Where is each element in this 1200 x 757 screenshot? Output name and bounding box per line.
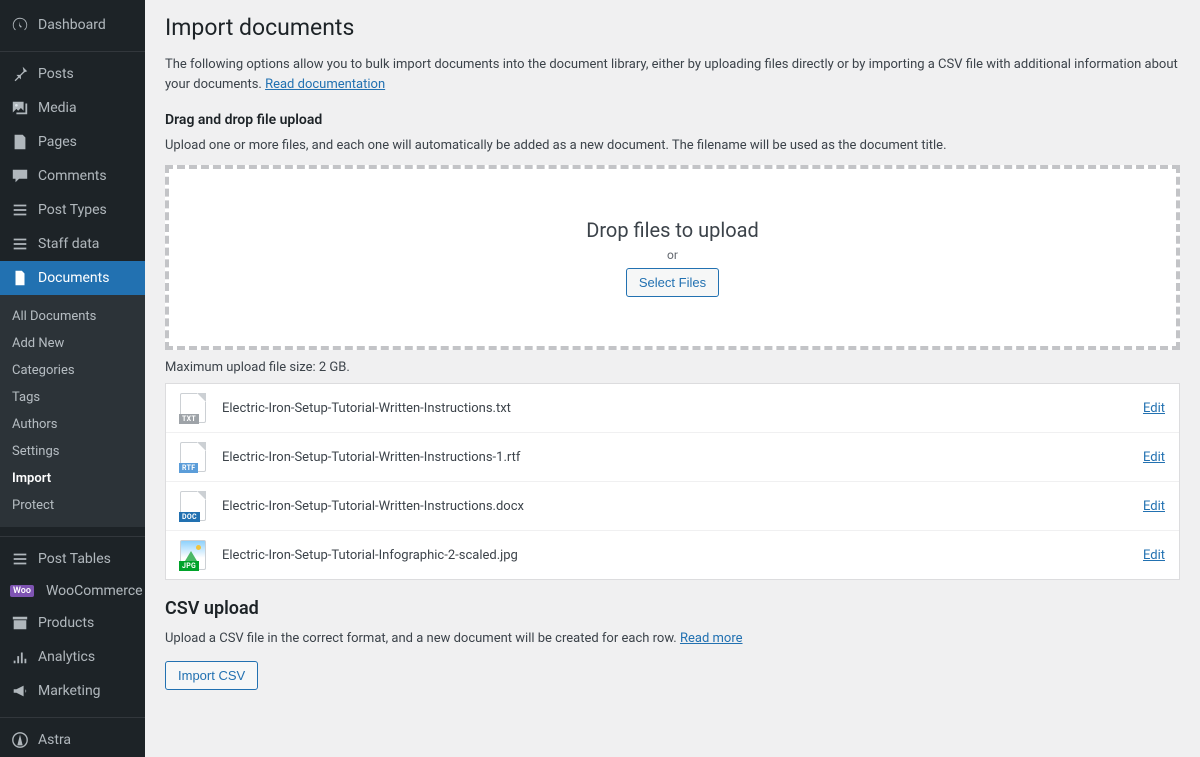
submenu-item-tags[interactable]: Tags <box>0 384 145 411</box>
submenu-item-import[interactable]: Import <box>0 465 145 492</box>
page-icon <box>10 132 30 152</box>
dragdrop-heading: Drag and drop file upload <box>165 112 1180 128</box>
file-name: Electric-Iron-Setup-Tutorial-Written-Ins… <box>222 499 1127 514</box>
submenu-item-add-new[interactable]: Add New <box>0 330 145 357</box>
intro-text: The following options allow you to bulk … <box>165 55 1180 94</box>
astra-icon <box>10 730 30 750</box>
sidebar-item-woocommerce[interactable]: Woo WooCommerce <box>0 576 145 606</box>
submenu-item-protect[interactable]: Protect <box>0 492 145 519</box>
sidebar-item-label: WooCommerce <box>46 583 143 599</box>
file-name: Electric-Iron-Setup-Tutorial-Infographic… <box>222 548 1127 563</box>
sidebar-item-label: Comments <box>38 168 107 184</box>
edit-file-link[interactable]: Edit <box>1143 401 1165 416</box>
submenu-item-settings[interactable]: Settings <box>0 438 145 465</box>
sidebar-item-dashboard[interactable]: Dashboard <box>0 8 145 42</box>
sidebar-item-label: Dashboard <box>38 17 106 33</box>
sidebar-item-analytics[interactable]: Analytics <box>0 640 145 674</box>
file-name: Electric-Iron-Setup-Tutorial-Written-Ins… <box>222 450 1127 465</box>
submenu-item-categories[interactable]: Categories <box>0 357 145 384</box>
list-icon <box>10 549 30 569</box>
sidebar-item-label: Staff data <box>38 236 99 252</box>
csv-description: Upload a CSV file in the correct format,… <box>165 629 1180 649</box>
sidebar-item-comments[interactable]: Comments <box>0 159 145 193</box>
import-csv-button[interactable]: Import CSV <box>165 661 258 691</box>
sidebar-item-label: Marketing <box>38 683 101 699</box>
pin-icon <box>10 64 30 84</box>
submenu-item-authors[interactable]: Authors <box>0 411 145 438</box>
sidebar-item-label: Astra <box>38 732 71 748</box>
media-icon <box>10 98 30 118</box>
sidebar-item-label: Documents <box>38 270 109 286</box>
document-file-icon: TXT <box>180 393 206 423</box>
list-icon <box>10 200 30 220</box>
woo-icon: Woo <box>10 585 34 597</box>
file-dropzone[interactable]: Drop files to upload or Select Files <box>165 165 1180 350</box>
documents-submenu: All DocumentsAdd NewCategoriesTagsAuthor… <box>0 295 145 527</box>
max-upload-text: Maximum upload file size: 2 GB. <box>165 360 1180 375</box>
chart-icon <box>10 647 30 667</box>
sidebar-item-astra[interactable]: Astra <box>0 723 145 757</box>
sidebar-item-label: Pages <box>38 134 77 150</box>
image-file-icon: JPG <box>180 540 206 570</box>
file-name: Electric-Iron-Setup-Tutorial-Written-Ins… <box>222 401 1127 416</box>
uploaded-file-row: JPG Electric-Iron-Setup-Tutorial-Infograp… <box>166 531 1179 579</box>
uploaded-file-row: DOC Electric-Iron-Setup-Tutorial-Written-… <box>166 482 1179 531</box>
dashboard-icon <box>10 15 30 35</box>
sidebar-item-label: Post Types <box>38 202 107 218</box>
sidebar-item-pages[interactable]: Pages <box>0 125 145 159</box>
document-file-icon: DOC <box>180 491 206 521</box>
main-content: Import documents The following options a… <box>145 0 1200 757</box>
list-icon <box>10 234 30 254</box>
sidebar-item-products[interactable]: Products <box>0 606 145 640</box>
select-files-button[interactable]: Select Files <box>626 268 719 298</box>
comment-icon <box>10 166 30 186</box>
sidebar-item-label: Post Tables <box>38 551 111 567</box>
uploaded-file-row: RTF Electric-Iron-Setup-Tutorial-Written-… <box>166 433 1179 482</box>
csv-heading: CSV upload <box>165 598 1180 619</box>
read-documentation-link[interactable]: Read documentation <box>265 77 385 92</box>
edit-file-link[interactable]: Edit <box>1143 548 1165 563</box>
admin-sidebar: Dashboard Posts Media Pages Comments Post Typ… <box>0 0 145 757</box>
submenu-item-all-documents[interactable]: All Documents <box>0 303 145 330</box>
sidebar-item-post-types[interactable]: Post Types <box>0 193 145 227</box>
sidebar-item-staff-data[interactable]: Staff data <box>0 227 145 261</box>
doc-icon <box>10 268 30 288</box>
dragdrop-help: Upload one or more files, and each one w… <box>165 138 1180 153</box>
archive-icon <box>10 613 30 633</box>
dropzone-title: Drop files to upload <box>586 218 759 242</box>
uploaded-file-row: TXT Electric-Iron-Setup-Tutorial-Written-… <box>166 384 1179 433</box>
csv-read-more-link[interactable]: Read more <box>680 631 743 646</box>
sidebar-item-marketing[interactable]: Marketing <box>0 674 145 708</box>
sidebar-item-label: Products <box>38 615 94 631</box>
sidebar-item-post-tables[interactable]: Post Tables <box>0 542 145 576</box>
document-file-icon: RTF <box>180 442 206 472</box>
sidebar-item-documents[interactable]: Documents <box>0 261 145 295</box>
sidebar-item-posts[interactable]: Posts <box>0 57 145 91</box>
sidebar-item-media[interactable]: Media <box>0 91 145 125</box>
dropzone-or: or <box>667 248 678 262</box>
edit-file-link[interactable]: Edit <box>1143 450 1165 465</box>
page-title: Import documents <box>165 14 1180 41</box>
sidebar-item-label: Analytics <box>38 649 95 665</box>
megaphone-icon <box>10 681 30 701</box>
sidebar-item-label: Media <box>38 100 77 116</box>
sidebar-item-label: Posts <box>38 66 74 82</box>
edit-file-link[interactable]: Edit <box>1143 499 1165 514</box>
uploaded-file-list: TXT Electric-Iron-Setup-Tutorial-Written-… <box>165 383 1180 580</box>
